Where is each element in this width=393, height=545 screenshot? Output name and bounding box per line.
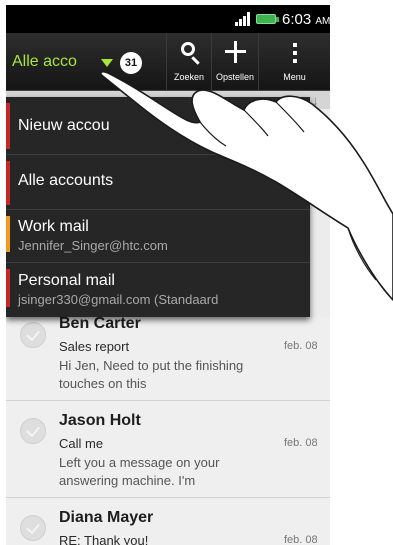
dropdown-item-label: Personal mail: [18, 272, 115, 289]
dropdown-item-label: Work mail: [18, 218, 89, 235]
phone-screen: 6:03 AM Alle acco 31 Zoeken Opstellen Me…: [6, 5, 330, 545]
email-list-item[interactable]: Jason Holt Call me feb. 08 Left you a me…: [6, 401, 330, 498]
select-check-icon[interactable]: [20, 322, 46, 348]
email-subject: Sales report: [59, 339, 130, 354]
email-preview: Hi Jen, Need to put the finishing touche…: [59, 358, 244, 391]
dropdown-item-label: Nieuw accou: [18, 117, 110, 134]
email-preview: Left you a message on your answering mac…: [59, 455, 220, 488]
search-label: Zoeken: [173, 72, 205, 82]
action-bar: Alle acco 31 Zoeken Opstellen Menu: [6, 33, 330, 91]
compose-button[interactable]: Opstellen: [211, 33, 258, 91]
dropdown-item-all-accounts[interactable]: Alle accounts: [6, 155, 310, 210]
plus-icon-bar: [225, 50, 246, 53]
search-button[interactable]: Zoeken: [166, 33, 211, 91]
email-sender: Jason Holt: [59, 412, 141, 429]
account-color-bar: [6, 269, 10, 307]
account-dropdown: Nieuw accou Alle accounts Work mail Jenn…: [6, 97, 310, 317]
email-list-item[interactable]: Diana Mayer RE: Thank you! feb. 08: [6, 498, 330, 545]
dropdown-item-new-account[interactable]: Nieuw accou: [6, 97, 310, 155]
email-subject: RE: Thank you!: [59, 533, 149, 545]
email-date: feb. 08: [284, 437, 318, 449]
menu-button[interactable]: Menu: [258, 33, 330, 91]
dropdown-item-personal-mail[interactable]: Personal mail jsinger330@gmail.com (Stan…: [6, 263, 310, 317]
account-color-bar: [6, 103, 10, 149]
dropdown-item-work-mail[interactable]: Work mail Jennifer_Singer@htc.com: [6, 210, 310, 263]
clock-ampm: AM: [315, 16, 330, 27]
select-check-icon[interactable]: [20, 418, 46, 444]
dropdown-item-email: jsinger330@gmail.com (Standaard: [18, 292, 219, 307]
email-date: feb. 08: [284, 340, 318, 352]
select-check-icon[interactable]: [20, 515, 46, 541]
overflow-menu-icon: [293, 43, 297, 63]
email-list-item[interactable]: Ben Carter Sales report feb. 08 Hi Jen, …: [6, 315, 330, 401]
clock-time: 6:03: [282, 11, 312, 28]
account-color-bar: [6, 161, 10, 205]
menu-label: Menu: [283, 72, 306, 82]
signal-icon: [235, 12, 251, 26]
sort-down-icon[interactable]: ↓: [312, 93, 319, 108]
dropdown-arrow-icon[interactable]: [101, 59, 113, 67]
email-date: feb. 08: [284, 534, 318, 545]
account-color-bar: [6, 216, 10, 252]
account-selector-title[interactable]: Alle acco: [12, 53, 77, 71]
email-subject: Call me: [59, 436, 104, 451]
dropdown-item-email: Jennifer_Singer@htc.com: [18, 238, 168, 253]
status-clock: 6:03 AM: [282, 11, 330, 28]
battery-icon: [256, 14, 279, 24]
email-sender: Ben Carter: [59, 315, 141, 332]
dropdown-item-label: Alle accounts: [18, 172, 114, 189]
search-icon: [181, 42, 195, 56]
compose-label: Opstellen: [215, 72, 255, 82]
unread-count-badge: 31: [120, 52, 142, 74]
email-sender: Diana Mayer: [59, 509, 154, 526]
status-bar: 6:03 AM: [6, 5, 330, 33]
